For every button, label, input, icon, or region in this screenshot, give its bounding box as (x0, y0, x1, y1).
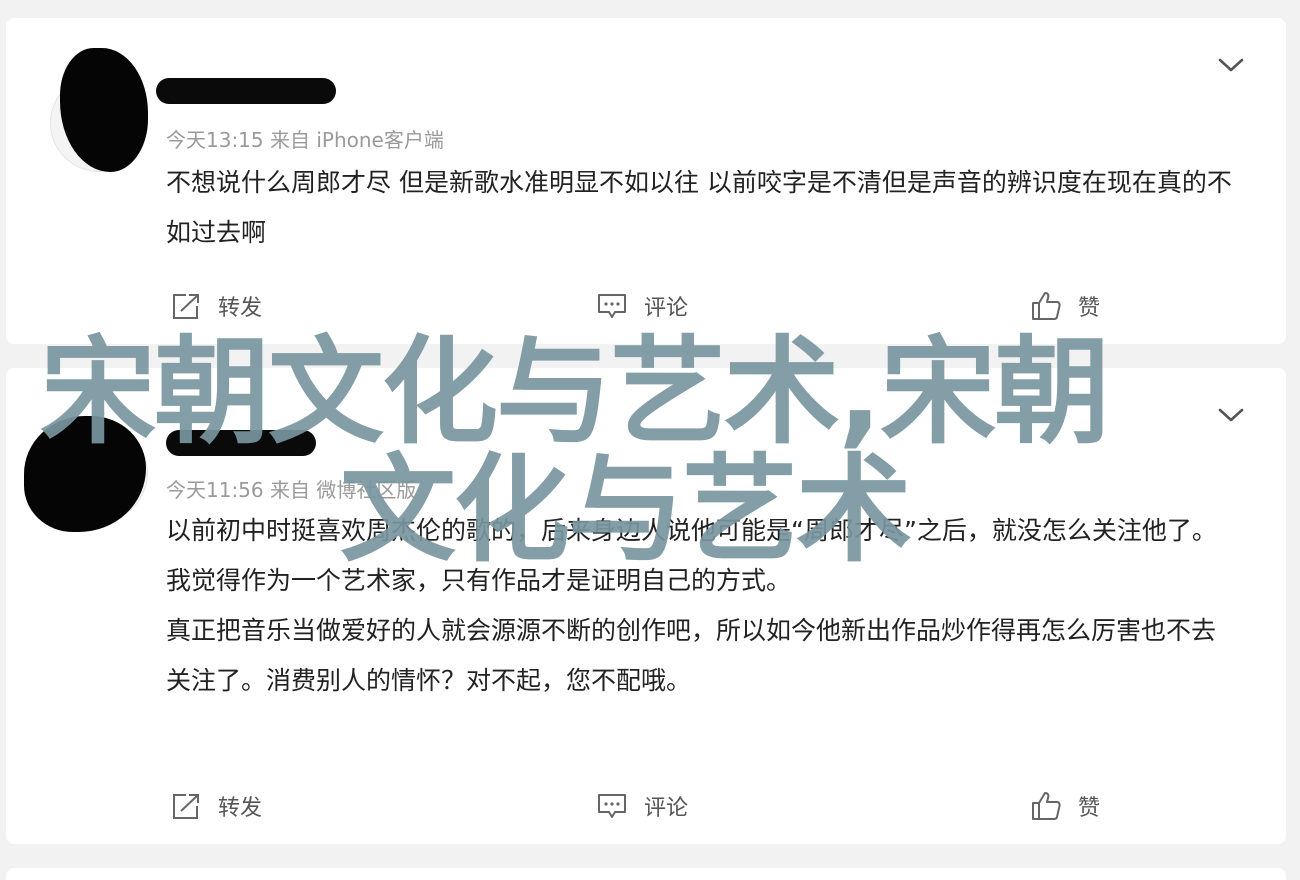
post-body: 以前初中时挺喜欢周杰伦的歌的，后来身边人说他可能是“周郎才尽”之后，就没怎么关注… (166, 506, 1236, 706)
post-paragraph: 以前初中时挺喜欢周杰伦的歌的，后来身边人说他可能是“周郎才尽”之后，就没怎么关注… (166, 516, 1217, 545)
comment-icon (598, 294, 626, 318)
repost-label: 转发 (218, 796, 263, 821)
post-body: 不想说什么周郎才尽 但是新歌水准明显不如以往 以前咬字是不清但是声音的辨识度在现… (166, 158, 1236, 258)
repost-icon (173, 294, 199, 319)
post-meta: 今天11:56 来自 微博社区版 (166, 478, 417, 502)
redaction-mark (24, 416, 146, 532)
post-paragraph: 我觉得作为一个艺术家，只有作品才是证明自己的方式。 (166, 566, 792, 595)
post-actions: 转发 评论 赞 (6, 286, 1286, 326)
thumbs-up-icon (1032, 292, 1061, 320)
like-label: 赞 (1078, 296, 1101, 321)
chevron-down-icon[interactable] (1216, 400, 1246, 430)
username-redacted[interactable] (156, 78, 336, 104)
comment-button[interactable]: 评论 (596, 286, 688, 326)
repost-button[interactable]: 转发 (170, 786, 262, 826)
thumbs-up-icon (1032, 792, 1061, 820)
post-card (6, 868, 1286, 880)
like-button[interactable]: 赞 (1030, 786, 1100, 826)
post-meta: 今天13:15 来自 iPhone客户端 (166, 128, 444, 152)
repost-button[interactable]: 转发 (170, 286, 262, 326)
comment-label: 评论 (644, 796, 689, 821)
post-paragraph: 不想说什么周郎才尽 但是新歌水准明显不如以往 以前咬字是不清但是声音的辨识度在现… (166, 168, 1232, 247)
like-button[interactable]: 赞 (1030, 286, 1100, 326)
comment-label: 评论 (644, 296, 689, 321)
repost-label: 转发 (218, 296, 263, 321)
post-card: 今天11:56 来自 微博社区版 以前初中时挺喜欢周杰伦的歌的，后来身边人说他可… (6, 368, 1286, 844)
post-actions: 转发 评论 赞 (6, 786, 1286, 826)
chevron-down-icon[interactable] (1216, 50, 1246, 80)
comment-button[interactable]: 评论 (596, 786, 688, 826)
comment-icon (598, 794, 626, 818)
repost-icon (173, 794, 199, 819)
like-label: 赞 (1078, 796, 1101, 821)
feed-page: 今天13:15 来自 iPhone客户端 不想说什么周郎才尽 但是新歌水准明显不… (0, 0, 1300, 880)
username-redacted[interactable] (166, 430, 316, 456)
post-paragraph: 真正把音乐当做爱好的人就会源源不断的创作吧，所以如今他新出作品炒作得再怎么厉害也… (166, 616, 1217, 695)
post-card: 今天13:15 来自 iPhone客户端 不想说什么周郎才尽 但是新歌水准明显不… (6, 18, 1286, 344)
